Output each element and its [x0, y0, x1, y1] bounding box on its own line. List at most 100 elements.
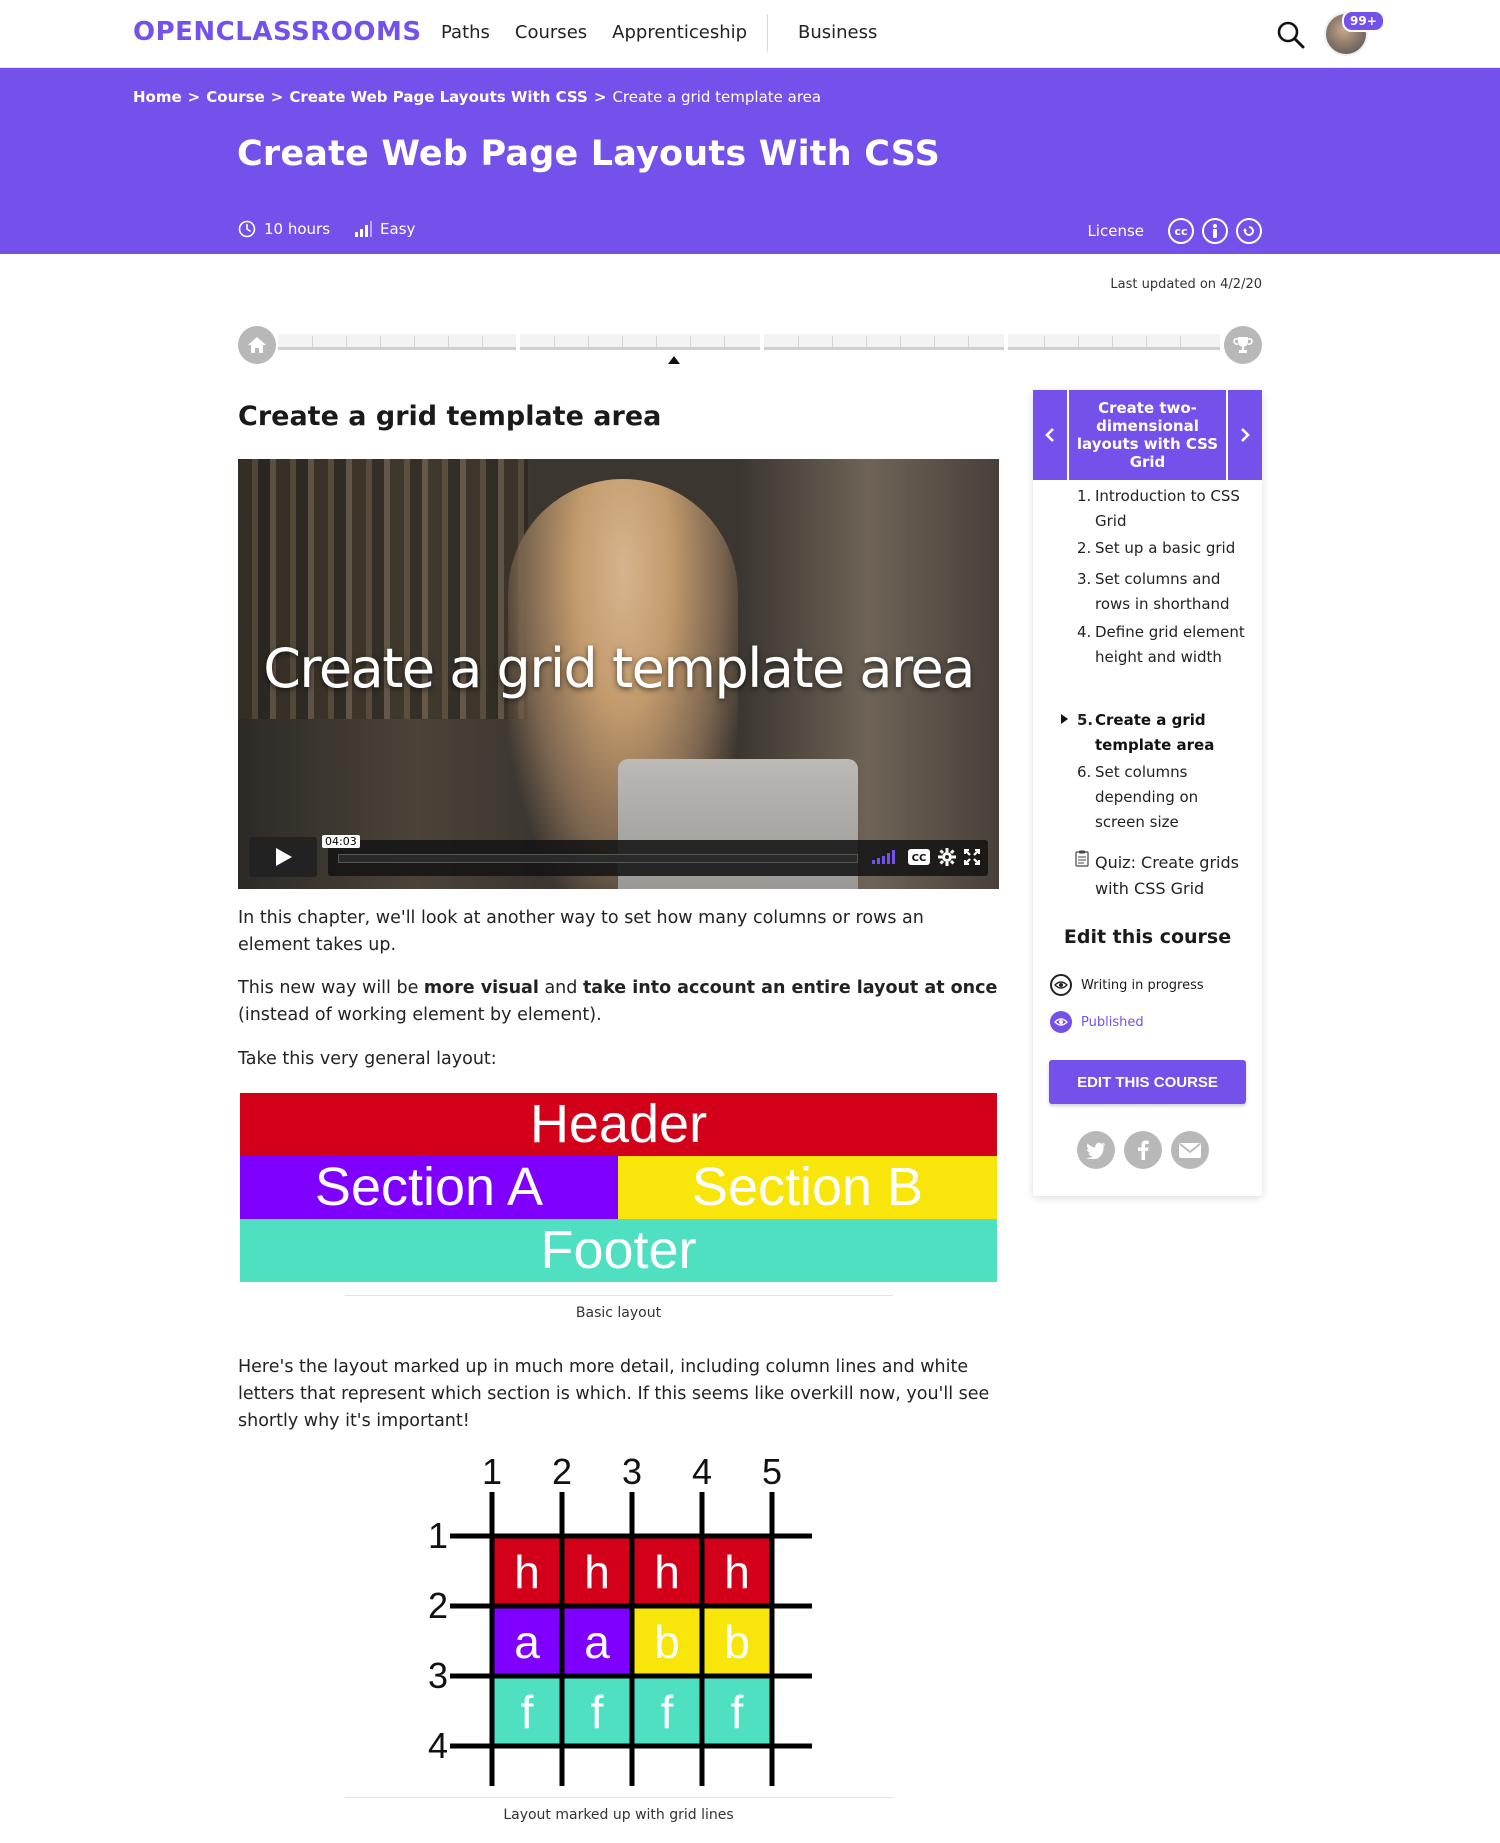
current-position-marker: [668, 356, 680, 364]
chapter-link-5-current[interactable]: Create a grid template area: [1095, 708, 1245, 758]
progress-tick: [690, 336, 691, 347]
edit-course-heading: Edit this course: [1063, 926, 1232, 948]
breadcrumb-separator: >: [593, 88, 607, 106]
license-label[interactable]: License: [1087, 222, 1144, 240]
chapter-link-6[interactable]: Set columns depending on screen size: [1095, 760, 1245, 835]
progress-part-1[interactable]: [278, 334, 516, 350]
progress-track: [278, 334, 1220, 350]
progress-tick: [448, 336, 449, 347]
main-nav-links: Paths Courses Apprenticeship: [441, 22, 747, 43]
figure-divider: [345, 1797, 893, 1798]
cc-icon: cc: [1168, 218, 1194, 244]
progress-tick: [414, 336, 415, 347]
grid-row-label: 1: [428, 1515, 448, 1556]
settings-gear-icon[interactable]: [938, 848, 956, 870]
chapter-link-1[interactable]: Introduction to CSS Grid: [1095, 484, 1245, 534]
chapter-number: 4.: [1077, 623, 1092, 641]
breadcrumb-course-name[interactable]: Create Web Page Layouts With CSS: [289, 88, 588, 106]
chapter-number: 6.: [1077, 763, 1092, 781]
by-icon: [1202, 218, 1228, 244]
p2-text: This new way will be: [238, 978, 424, 998]
nav-link-courses[interactable]: Courses: [515, 22, 587, 43]
progress-tick: [1112, 336, 1113, 347]
status-published-label: Published: [1081, 1014, 1144, 1030]
chapter-link-4[interactable]: Define grid element height and width: [1095, 620, 1245, 670]
video-duration: 04:03: [322, 835, 360, 848]
chapter-link-2[interactable]: Set up a basic grid: [1095, 536, 1245, 561]
progress-tick: [554, 336, 555, 347]
chapter-link-3[interactable]: Set columns and rows in shorthand: [1095, 567, 1245, 617]
progress-tick: [832, 336, 833, 347]
progress-part-4[interactable]: [1008, 334, 1220, 350]
sidebar-part-title[interactable]: Create two-dimensional layouts with CSS …: [1071, 399, 1224, 471]
video-scrubber[interactable]: [338, 854, 858, 863]
search-icon[interactable]: [1276, 20, 1306, 50]
grid-cell-letter: b: [724, 1616, 750, 1668]
progress-tick: [1146, 336, 1147, 347]
progress-tick: [968, 336, 969, 347]
next-part-button[interactable]: [1226, 390, 1262, 480]
basic-layout-figure: Header Section A Section B Footer: [240, 1093, 997, 1282]
duration-text: 10 hours: [264, 220, 331, 238]
breadcrumb: Home > Course > Create Web Page Layouts …: [133, 88, 821, 106]
grid-row-label: 3: [428, 1655, 448, 1696]
clock-icon: [238, 220, 256, 238]
grid-column-label: 3: [622, 1452, 642, 1492]
chapter-number: 3.: [1077, 570, 1092, 588]
fullscreen-icon[interactable]: [963, 848, 981, 869]
progress-tick: [656, 336, 657, 347]
closed-captions-icon[interactable]: CC: [908, 849, 930, 869]
progress-tick: [622, 336, 623, 347]
nav-link-apprenticeship[interactable]: Apprenticeship: [612, 22, 747, 43]
facebook-icon[interactable]: [1124, 1131, 1162, 1169]
quiz-link[interactable]: Quiz: Create grids with CSS Grid: [1095, 850, 1245, 902]
twitter-icon[interactable]: [1077, 1131, 1115, 1169]
layout-section-b-block: Section B: [618, 1156, 997, 1219]
volume-icon[interactable]: [872, 850, 898, 868]
home-icon[interactable]: [238, 326, 276, 364]
progress-tick: [1180, 336, 1181, 347]
grid-row-label: 4: [428, 1725, 448, 1766]
grid-cell-letter: a: [584, 1616, 610, 1668]
status-writing-label: Writing in progress: [1081, 977, 1204, 993]
email-icon[interactable]: [1171, 1131, 1209, 1169]
grid-cell-letter: a: [514, 1616, 540, 1668]
sidebar-part-header: Create two-dimensional layouts with CSS …: [1033, 390, 1262, 480]
eye-icon: [1050, 1011, 1072, 1033]
play-icon: [276, 848, 292, 866]
progress-tick: [866, 336, 867, 347]
video-controls: CC: [328, 840, 988, 876]
grid-column-label: 2: [552, 1452, 572, 1492]
difficulty-text: Easy: [380, 220, 416, 238]
edit-course-button[interactable]: EDIT THIS COURSE: [1049, 1060, 1246, 1104]
notification-badge[interactable]: 99+: [1342, 10, 1385, 32]
previous-part-button[interactable]: [1033, 390, 1069, 480]
status-published: Published: [1050, 1011, 1144, 1033]
nav-link-business[interactable]: Business: [798, 22, 877, 43]
video-title-overlay: Create a grid template area: [263, 637, 975, 700]
paragraph-markup-detail: Here's the layout marked up in much more…: [238, 1357, 990, 1431]
grid-row-label: 2: [428, 1585, 448, 1626]
layout-header-block: Header: [240, 1093, 997, 1156]
grid-lines-figure: hhhhaabbffff123451234: [420, 1451, 820, 1792]
p2-text: (instead of working element by element).: [238, 1005, 602, 1025]
p2-bold-visual: more visual: [423, 978, 539, 998]
paragraph-visual: This new way will be more visual and tak…: [238, 975, 998, 1029]
progress-tick: [346, 336, 347, 347]
openclassrooms-logo[interactable]: OPENCLASSROOMS: [133, 17, 422, 47]
nav-link-paths[interactable]: Paths: [441, 22, 490, 43]
breadcrumb-course[interactable]: Course: [206, 88, 265, 106]
chapter-title: Create a grid template area: [238, 401, 662, 432]
progress-tick: [798, 336, 799, 347]
grid-column-label: 1: [482, 1452, 502, 1492]
breadcrumb-home[interactable]: Home: [133, 88, 182, 106]
progress-tick: [482, 336, 483, 347]
breadcrumb-separator: >: [270, 88, 284, 106]
trophy-icon[interactable]: [1224, 326, 1262, 364]
play-button[interactable]: [249, 837, 317, 877]
eye-icon: [1050, 974, 1072, 996]
p2-bold-layout: take into account an entire layout at on…: [582, 978, 998, 998]
progress-tick: [312, 336, 313, 347]
course-hero: Home > Course > Create Web Page Layouts …: [0, 68, 1500, 254]
video-player[interactable]: Create a grid template area CC 04:03: [238, 459, 999, 889]
